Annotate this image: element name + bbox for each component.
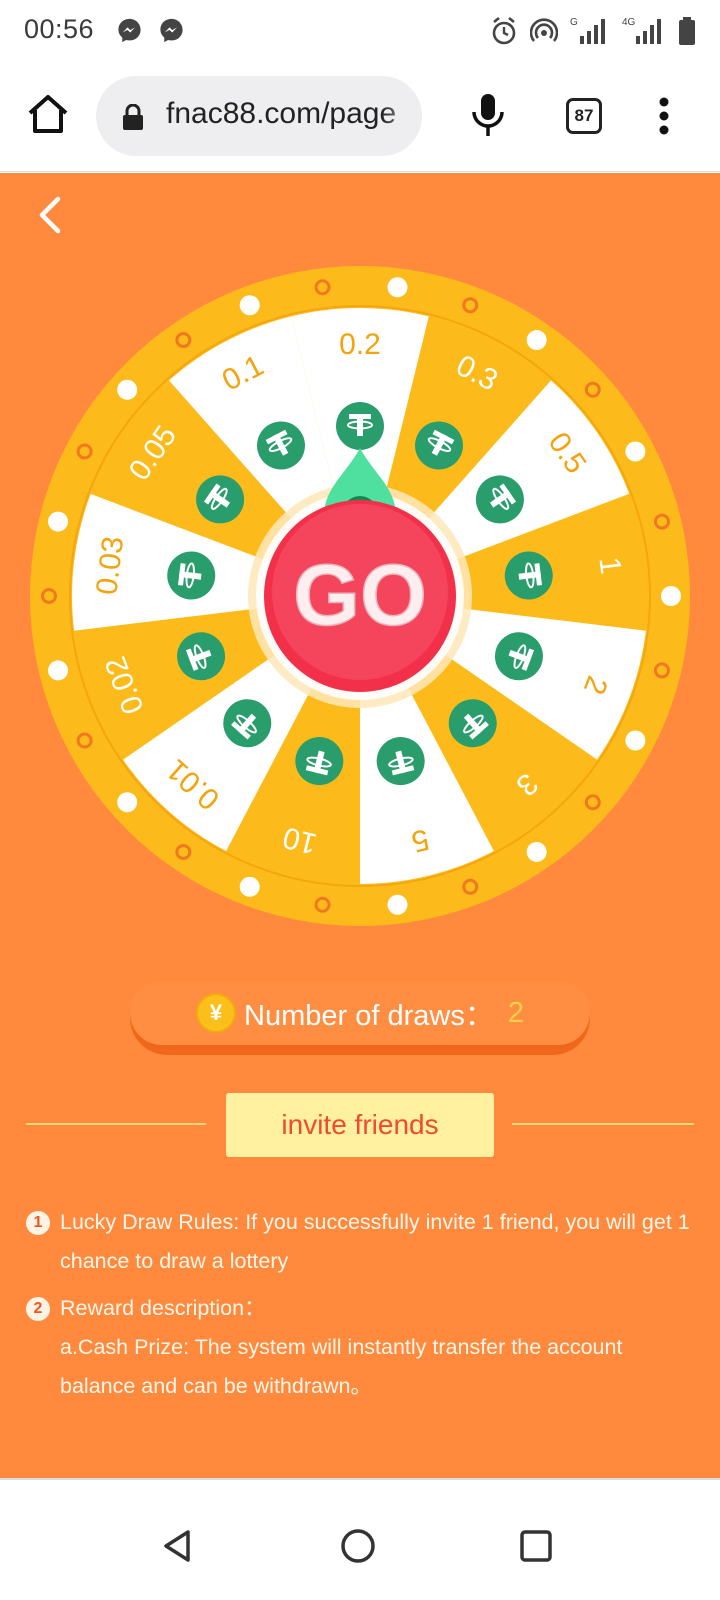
rim-light <box>239 295 260 316</box>
rule-heading: Reward description： <box>60 1296 266 1320</box>
hotspot-icon <box>530 18 558 42</box>
rim-light <box>625 730 646 751</box>
alarm-icon <box>492 16 516 45</box>
rim-light <box>387 894 408 915</box>
rim-light <box>48 660 69 681</box>
signal-icon: G <box>570 17 605 44</box>
draws-value: 2 <box>507 996 524 1029</box>
prize-wheel-graphic: 0.20.30.51235100.010.020.030.050.1GO <box>30 266 690 926</box>
rule-number: 2 <box>26 1297 50 1321</box>
page-bottom <box>0 1478 720 1500</box>
microphone-icon[interactable] <box>470 92 506 138</box>
tab-switcher-button[interactable]: 87 <box>566 98 602 134</box>
rule-detail: a.Cash Prize: The system will instantly … <box>60 1335 623 1398</box>
browser-toolbar: fnac88.com/page 87 <box>0 62 720 172</box>
status-icons: G 4G <box>490 14 696 48</box>
status-time: 00:56 <box>24 14 95 44</box>
url-text: fnac88.com/page <box>166 97 397 130</box>
rule-number: 1 <box>26 1211 50 1235</box>
lock-icon <box>123 104 143 130</box>
draws-counter: ¥ Number of draws： 2 <box>130 981 590 1055</box>
invite-friends-button[interactable]: invite friends <box>226 1093 494 1157</box>
battery-icon <box>679 17 695 45</box>
overflow-menu-icon[interactable] <box>652 96 676 136</box>
go-label[interactable]: GO <box>292 547 427 645</box>
back-triangle-icon[interactable] <box>158 1526 198 1566</box>
status-bar: 00:56 G 4G <box>0 0 720 62</box>
svg-text:4G: 4G <box>622 17 636 28</box>
rim-light <box>48 511 69 532</box>
lucky-draw-page: 0.2 0.3 0.5 1 2 3 5 10 0.01 0.02 0.03 0.05 0.1 GO ¥ N… <box>0 173 720 1478</box>
rim-light <box>239 876 260 897</box>
draws-counter-inner: ¥ Number of draws： 2 <box>130 981 590 1045</box>
tether-icon <box>336 402 384 450</box>
system-navigation-bar <box>0 1500 720 1600</box>
rim-light <box>526 330 547 351</box>
messenger-icon <box>160 18 183 43</box>
svg-text:G: G <box>570 17 578 28</box>
rule-text: Lucky Draw Rules: If you successfully in… <box>60 1210 690 1273</box>
wheel-segment-label: 0.03 <box>90 535 130 597</box>
address-bar[interactable]: fnac88.com/page <box>96 76 422 156</box>
wheel-segment-label: 0.2 <box>339 328 381 361</box>
home-circle-icon[interactable] <box>338 1526 378 1566</box>
rim-light <box>117 792 138 813</box>
home-icon[interactable] <box>26 92 70 136</box>
rim-light <box>117 379 138 400</box>
rim-light <box>625 441 646 462</box>
signal-4g-icon: 4G <box>622 17 661 44</box>
messenger-icon <box>118 18 141 43</box>
draws-label: Number of draws： <box>244 1000 494 1032</box>
divider-right <box>512 1123 694 1125</box>
rim-light <box>661 586 681 606</box>
back-arrow-icon[interactable] <box>30 193 70 237</box>
rule-text: Reward description： a.Cash Prize: The sy… <box>60 1289 690 1406</box>
rim-light <box>387 277 408 298</box>
yuan-coin-icon: ¥ <box>196 993 237 1033</box>
url-fade <box>382 76 422 156</box>
prize-wheel[interactable]: 0.2 0.3 0.5 1 2 3 5 10 0.01 0.02 0.03 0.05 0.1 GO <box>24 260 696 932</box>
divider-left <box>26 1123 206 1125</box>
recents-square-icon[interactable] <box>516 1526 556 1566</box>
rim-light <box>526 841 547 862</box>
